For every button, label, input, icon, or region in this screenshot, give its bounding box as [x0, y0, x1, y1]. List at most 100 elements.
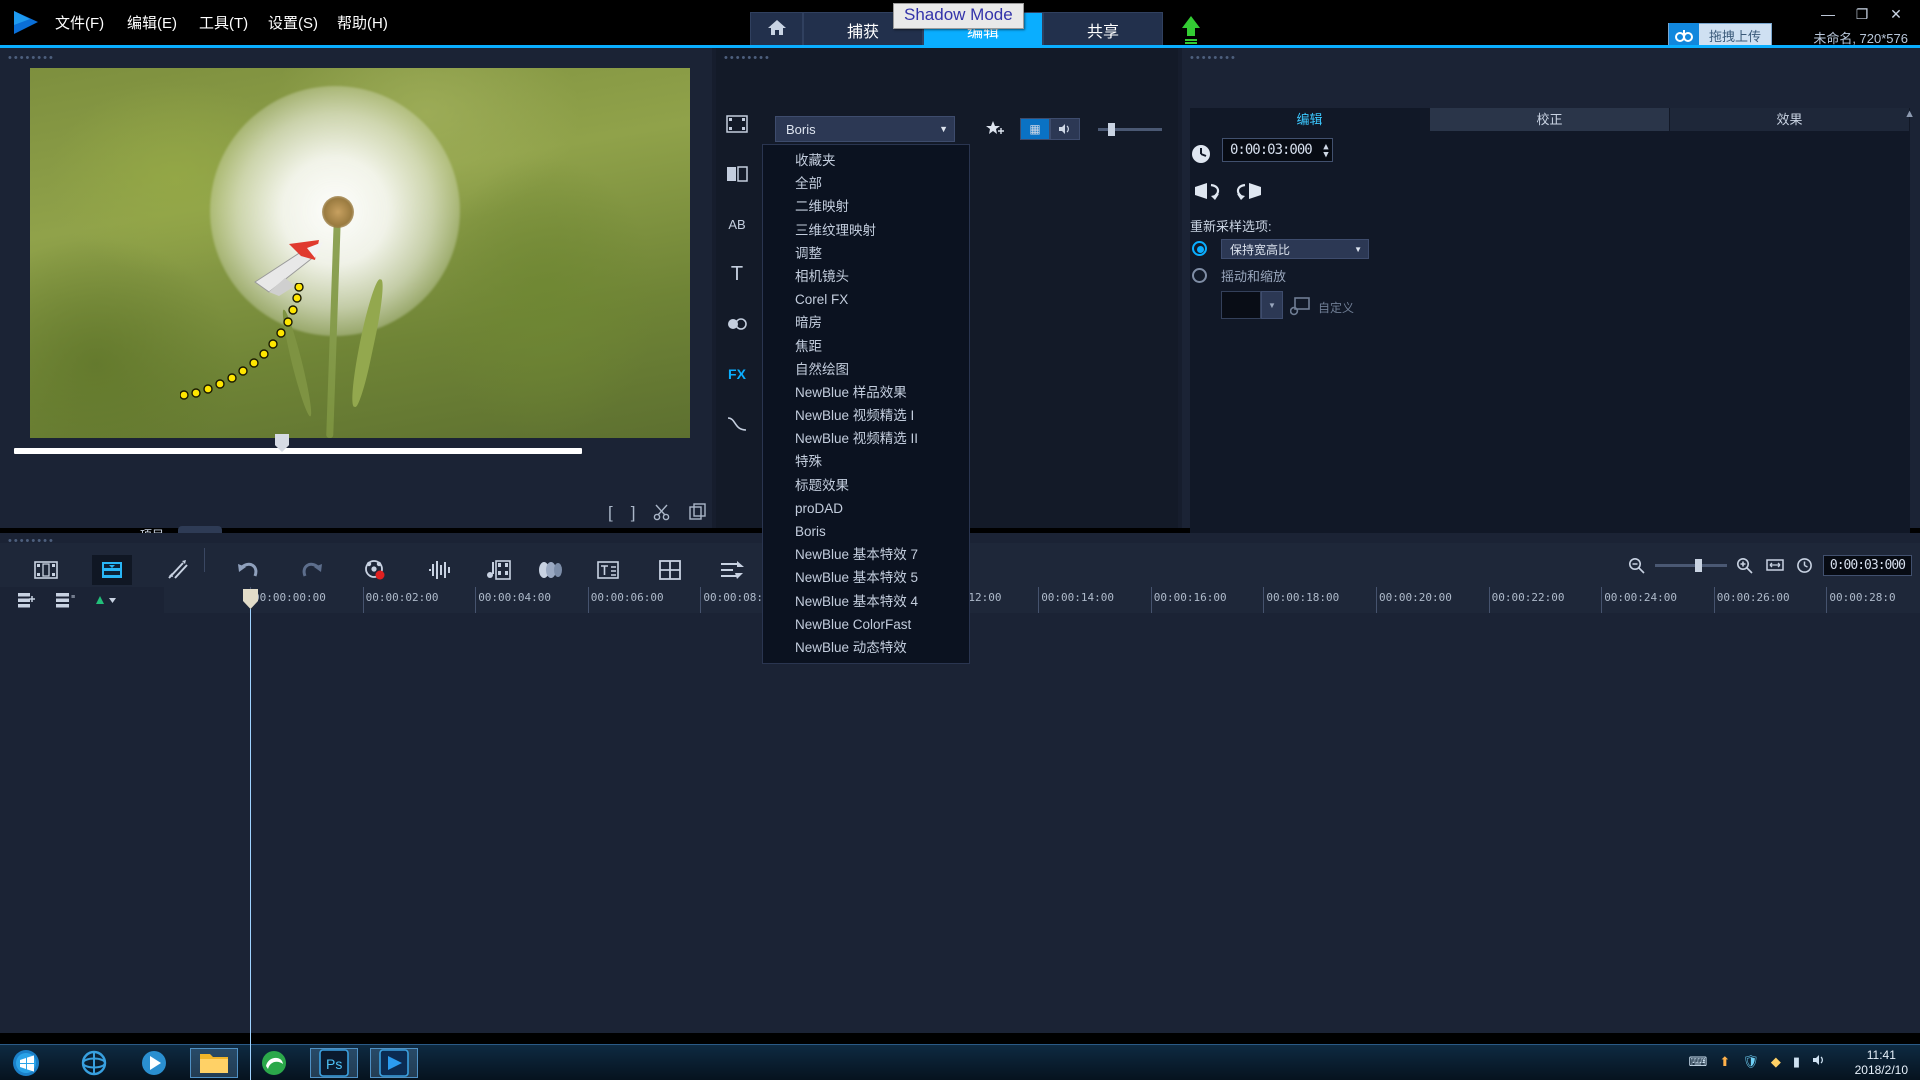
mix-icon[interactable] — [158, 555, 198, 585]
preview-video[interactable] — [30, 68, 690, 438]
tray-network-icon[interactable]: ▮ — [1793, 1054, 1800, 1070]
slider-knob[interactable] — [1108, 123, 1115, 136]
snapshot-icon[interactable] — [689, 503, 707, 526]
taskbar-video-studio[interactable] — [370, 1048, 418, 1078]
dropdown-item[interactable]: 标题效果 — [763, 474, 969, 497]
audio-mixer-icon[interactable] — [420, 555, 460, 585]
fit-project-icon[interactable] — [1763, 553, 1787, 577]
track-manager-icon[interactable] — [14, 592, 36, 613]
dropdown-item[interactable]: 焦距 — [763, 335, 969, 358]
timeline-zoom-slider[interactable] — [1654, 558, 1727, 572]
upload-arrow-icon[interactable] — [1178, 14, 1204, 44]
dropdown-item[interactable]: NewBlue 基本特效 5 — [763, 566, 969, 589]
storyboard-view-icon[interactable] — [26, 555, 66, 585]
scissors-icon[interactable] — [653, 503, 671, 526]
zoom-out-icon[interactable] — [1625, 553, 1649, 577]
dropdown-item[interactable]: NewBlue 样品效果 — [763, 381, 969, 404]
add-favorite-button[interactable] — [980, 116, 1012, 142]
record-capture-icon[interactable] — [356, 555, 396, 585]
duration-spinner[interactable]: ▲ ▼ — [1323, 143, 1329, 160]
keep-ratio-combo[interactable]: 保持宽高比 ▼ — [1221, 239, 1369, 259]
minimize-button[interactable]: — — [1820, 6, 1836, 23]
fx-icon[interactable]: FX — [720, 358, 754, 390]
dropdown-item[interactable]: Corel FX — [763, 288, 969, 311]
taskbar-photoshop[interactable]: Ps — [310, 1048, 358, 1078]
radio-keep-ratio[interactable] — [1192, 241, 1207, 256]
menu-file[interactable]: 文件(F) — [55, 12, 104, 33]
dropdown-item[interactable]: NewBlue 视频精选 I — [763, 404, 969, 427]
tray-arrow-icon[interactable]: ⬆ — [1719, 1054, 1730, 1070]
flip-vertical-button[interactable] — [1232, 178, 1264, 204]
dropdown-item[interactable]: 暗房 — [763, 311, 969, 334]
close-button[interactable]: ✕ — [1888, 6, 1904, 23]
tray-app-icon[interactable]: ◆ — [1771, 1054, 1781, 1070]
dropdown-item[interactable]: 二维映射 — [763, 195, 969, 218]
transition-icon[interactable] — [720, 158, 754, 190]
dropdown-item[interactable]: NewBlue 基本特效 7 — [763, 543, 969, 566]
menu-edit[interactable]: 编辑(E) — [127, 12, 177, 33]
motion-tracking-icon[interactable] — [530, 555, 570, 585]
radio-pan-zoom[interactable] — [1192, 268, 1207, 283]
taskbar-internet-explorer[interactable] — [70, 1048, 118, 1078]
options-grip-handle[interactable]: •••••••• — [1190, 52, 1237, 64]
library-size-slider[interactable] — [1098, 123, 1162, 136]
tab-home[interactable] — [750, 12, 803, 46]
view-audio-button[interactable] — [1050, 118, 1080, 140]
clock-icon[interactable] — [1793, 553, 1817, 577]
menu-help[interactable]: 帮助(H) — [337, 12, 388, 33]
redo-icon[interactable] — [292, 555, 332, 585]
zoom-slider-knob[interactable] — [1694, 558, 1702, 572]
taskbar-edge-browser[interactable] — [250, 1048, 298, 1078]
music-library-icon[interactable] — [478, 555, 518, 585]
dropdown-item[interactable]: 相机镜头 — [763, 265, 969, 288]
graphic-icon[interactable] — [720, 308, 754, 340]
dropdown-item[interactable]: NewBlue ColorFast — [763, 613, 969, 636]
tab-effects[interactable]: 效果 — [1670, 108, 1910, 131]
maximize-button[interactable]: ❐ — [1854, 6, 1870, 23]
dropdown-item[interactable]: NewBlue 基本特效 4 — [763, 590, 969, 613]
drag-upload-button[interactable]: 拖拽上传 — [1667, 23, 1772, 47]
fx-category-combo[interactable]: Boris ▼ — [775, 116, 955, 142]
library-grip-handle[interactable]: •••••••• — [724, 52, 771, 64]
preview-scrubber[interactable] — [14, 448, 582, 454]
undo-icon[interactable] — [228, 555, 268, 585]
dropdown-item[interactable]: 特殊 — [763, 450, 969, 473]
subtitle-editor-icon[interactable] — [588, 555, 628, 585]
menu-settings[interactable]: 设置(S) — [268, 12, 318, 33]
view-thumbnails-button[interactable]: ▦ — [1020, 118, 1050, 140]
menu-tools[interactable]: 工具(T) — [199, 12, 248, 33]
timeline-view-icon[interactable] — [92, 555, 132, 585]
dropdown-item[interactable]: 自然绘图 — [763, 358, 969, 381]
path-icon[interactable] — [720, 408, 754, 440]
title-ab-icon[interactable]: AB — [720, 208, 754, 240]
flip-horizontal-button[interactable] — [1192, 178, 1224, 204]
dropdown-item[interactable]: 全部 — [763, 172, 969, 195]
tray-shield-icon[interactable]: 🛡 — [1742, 1054, 1759, 1070]
taskbar-file-explorer[interactable] — [190, 1048, 238, 1078]
track-add-icon[interactable] — [94, 592, 118, 613]
taskbar-media-player[interactable] — [130, 1048, 178, 1078]
speed-icon[interactable] — [712, 555, 752, 585]
tab-edit-options[interactable]: 编辑 — [1190, 108, 1430, 131]
track-sort-icon[interactable]: ≡ — [54, 592, 76, 613]
mark-in-icon[interactable]: [ — [608, 503, 613, 526]
panel-collapse-icon[interactable]: ▲ — [1904, 108, 1915, 120]
fx-category-dropdown[interactable]: 收藏夹 全部 二维映射 三维纹理映射 调整 相机镜头 Corel FX 暗房 焦距 自然绘图 New… — [762, 144, 970, 665]
pan-zoom-preview[interactable] — [1221, 291, 1261, 319]
preview-grip-handle[interactable]: •••••••• — [8, 52, 55, 64]
text-icon[interactable]: T — [720, 258, 754, 290]
timeline-timecode[interactable]: 0:00:03:000 — [1822, 554, 1912, 576]
pan-zoom-dropdown[interactable]: ▼ — [1261, 291, 1283, 319]
dropdown-item[interactable]: 调整 — [763, 242, 969, 265]
taskbar-clock[interactable]: 11:41 2018/2/10 — [1855, 1048, 1908, 1078]
media-icon[interactable] — [720, 108, 754, 140]
start-button[interactable] — [4, 1047, 48, 1079]
tab-share[interactable]: 共享 — [1043, 12, 1163, 46]
dropdown-item[interactable]: NewBlue 视频精选 II — [763, 427, 969, 450]
dropdown-item[interactable]: Boris — [763, 520, 969, 543]
duration-field[interactable]: 0:00:03:000 ▲ ▼ — [1222, 138, 1333, 162]
dropdown-item[interactable]: 三维纹理映射 — [763, 219, 969, 242]
mark-out-icon[interactable]: ] — [631, 503, 636, 526]
dropdown-item[interactable]: proDAD — [763, 497, 969, 520]
dropdown-item[interactable]: NewBlue 动态特效 — [763, 636, 969, 659]
